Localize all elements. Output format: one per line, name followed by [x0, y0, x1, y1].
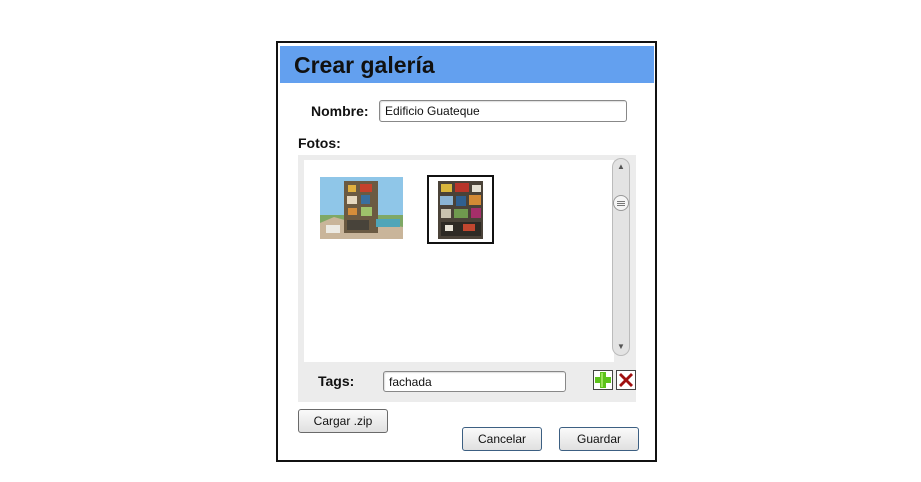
name-input[interactable]: [379, 100, 627, 122]
photos-list[interactable]: [304, 160, 614, 362]
scroll-up-icon[interactable]: ▲: [615, 161, 627, 173]
tags-label: Tags:: [318, 373, 355, 389]
x-icon: [619, 373, 633, 387]
cancel-button[interactable]: Cancelar: [462, 427, 542, 451]
name-label: Nombre:: [311, 103, 369, 119]
save-button[interactable]: Guardar: [559, 427, 639, 451]
scroll-thumb[interactable]: [613, 195, 629, 211]
photo-thumbnail-selected[interactable]: [427, 175, 494, 244]
create-gallery-dialog: Crear galería Nombre: Fotos:: [276, 41, 657, 462]
upload-zip-button[interactable]: Cargar .zip: [298, 409, 388, 433]
add-tag-button[interactable]: [593, 370, 613, 390]
scroll-down-icon[interactable]: ▼: [615, 341, 627, 353]
photo-thumbnail[interactable]: [320, 177, 403, 239]
plus-icon: [595, 372, 611, 388]
title-bar: Crear galería: [280, 46, 654, 83]
remove-tag-button[interactable]: [616, 370, 636, 390]
dialog-title: Crear galería: [294, 52, 435, 78]
photos-panel: ▲ ▼ Tags:: [298, 155, 636, 402]
photos-scrollbar[interactable]: ▲ ▼: [612, 158, 630, 356]
photos-label: Fotos:: [298, 135, 341, 151]
tags-input[interactable]: [383, 371, 566, 392]
